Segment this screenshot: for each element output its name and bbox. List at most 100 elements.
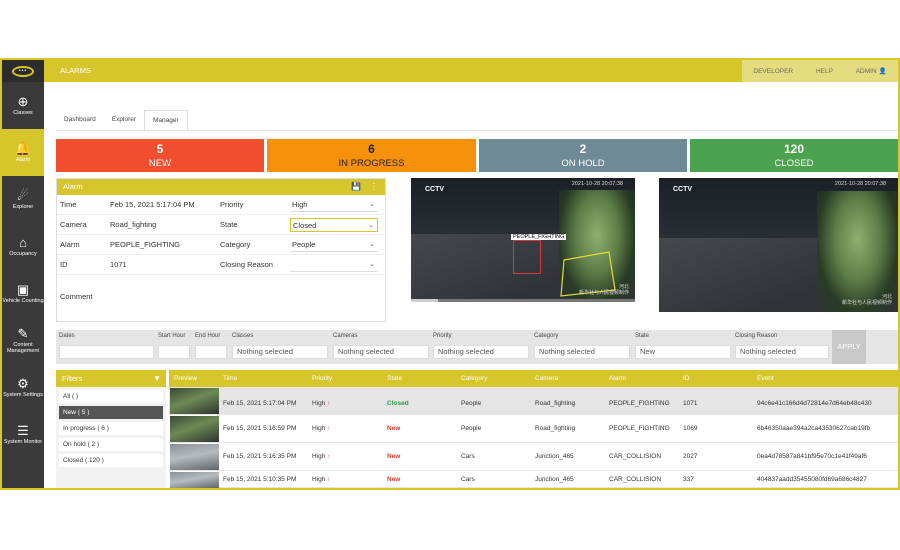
help-link[interactable]: HELP: [816, 68, 833, 75]
cell-camera: Road_fighting: [535, 425, 576, 432]
tab-dashboard[interactable]: Dashboard: [56, 110, 104, 130]
sidebar-item-system-monitor[interactable]: ☰ System Monitor: [2, 411, 44, 458]
priority-label: Priority: [220, 200, 244, 209]
filter-item-on-hold[interactable]: On hold ( 2 ): [59, 438, 163, 451]
dates-input[interactable]: [59, 345, 154, 359]
more-vertical-icon[interactable]: ⋮: [370, 179, 378, 195]
developer-link[interactable]: DEVELOPER: [753, 68, 793, 75]
cell-alarm: CAR_COLLISION: [609, 453, 662, 460]
preview-thumbnail[interactable]: [170, 388, 219, 414]
stat-card-in-progress[interactable]: 6 IN PROGRESS: [267, 139, 476, 172]
sidebar-item-occupancy[interactable]: ⌂ Occupancy: [2, 223, 44, 270]
sidebar-item-classes[interactable]: ⊕ Classes: [2, 82, 44, 129]
dates-label: Dates: [59, 333, 75, 339]
panel-title: Alarm: [63, 182, 83, 191]
camera-value: Road_fighting: [110, 220, 157, 229]
admin-menu[interactable]: ADMIN 👤: [856, 67, 887, 75]
column-header[interactable]: Time: [223, 375, 237, 382]
column-header[interactable]: Priority: [312, 375, 332, 382]
stat-card-on-hold[interactable]: 2 ON HOLD: [479, 139, 687, 172]
filter-item-new[interactable]: New ( 5 ): [59, 406, 163, 419]
state-filter-label: State: [635, 333, 650, 339]
preview-thumbnail[interactable]: [170, 472, 219, 488]
gear-icon: ⚙: [17, 375, 29, 391]
category-select[interactable]: People ⌄: [290, 238, 378, 252]
video-footer-text: 河北 新华社与人民视频制作: [841, 294, 892, 306]
sidebar-item-explorer[interactable]: ☄ Explorer: [2, 176, 44, 223]
save-icon[interactable]: 💾: [351, 179, 361, 195]
cell-event: 0ea4d78587a841bf95e70c1e41f49af6: [757, 453, 867, 460]
table-row[interactable]: Feb 15, 2021 5:16:35 PM High ↑ New Cars …: [169, 443, 898, 471]
arrow-up-icon: ↑: [327, 476, 331, 483]
tab-manager[interactable]: Manager: [144, 110, 188, 130]
closing-reason-filter-label: Closing Reason: [735, 333, 778, 339]
apply-button[interactable]: APPLY: [832, 330, 866, 364]
table-header: Preview Time Priority State Category Cam…: [169, 370, 898, 387]
filter-item-all[interactable]: All ( ): [59, 390, 163, 403]
cctv-watermark: CCTV: [673, 186, 693, 193]
page-title: ALARMS: [60, 66, 91, 75]
cell-event: 404837aadd35455080fd69a686c4827: [757, 476, 867, 483]
column-header[interactable]: State: [387, 375, 402, 382]
priority-filter-select[interactable]: Nothing selected: [433, 345, 529, 359]
logo[interactable]: •••: [2, 60, 44, 82]
stat-count: 120: [783, 142, 805, 156]
cell-time: Feb 15, 2021 5:16:35 PM: [223, 453, 297, 460]
funnel-icon[interactable]: ▼: [153, 370, 161, 387]
camera-label: Camera: [60, 220, 87, 229]
table-row[interactable]: Feb 15, 2021 5:10:35 PM High ↑ New Cars …: [169, 471, 898, 488]
priority-select[interactable]: High ⌄: [290, 198, 378, 212]
filter-item-closed[interactable]: Closed ( 120 ): [59, 454, 163, 467]
house-icon: ⌂: [19, 234, 27, 250]
cell-priority: High ↑: [312, 425, 331, 432]
column-header[interactable]: Preview: [174, 375, 197, 382]
chevron-down-icon: ⌄: [368, 222, 374, 229]
column-header[interactable]: Camera: [535, 375, 558, 382]
table-row[interactable]: Feb 15, 2021 5:17:04 PM High ↑ Closed Pe…: [169, 387, 898, 415]
cell-state: Closed: [387, 400, 409, 407]
stat-label: NEW: [148, 158, 172, 169]
state-select[interactable]: Closed ⌄: [290, 218, 378, 232]
stat-card-closed[interactable]: 120 CLOSED: [690, 139, 898, 172]
comment-input[interactable]: [107, 281, 383, 319]
classes-select[interactable]: Nothing selected: [232, 345, 328, 359]
cell-time: Feb 15, 2021 5:17:04 PM: [223, 400, 297, 407]
table-row[interactable]: Feb 15, 2021 5:16:59 PM High ↑ New Peopl…: [169, 415, 898, 443]
tab-explorer[interactable]: Explorer: [104, 110, 144, 130]
eye-logo-icon: •••: [12, 65, 34, 77]
alarm-video-player[interactable]: CCTV 2021-10-28 20:07:38 PEOPLE_FIGHTING…: [411, 178, 635, 302]
alarm-label: Alarm: [60, 240, 80, 249]
closing-reason-select[interactable]: ⌄: [290, 258, 378, 272]
column-header[interactable]: Category: [461, 375, 487, 382]
cell-alarm: PEOPLE_FIGHTING: [609, 400, 670, 407]
closing-reason-filter-select[interactable]: Nothing selected: [735, 345, 829, 359]
column-header[interactable]: Event: [757, 375, 774, 382]
top-bar: ALARMS DEVELOPER HELP ADMIN 👤: [44, 60, 898, 82]
cameras-select[interactable]: Nothing selected: [333, 345, 429, 359]
start-hour-input[interactable]: [158, 345, 190, 359]
sidebar-item-vehicle-counting[interactable]: ▣ Vehicle Counting: [2, 270, 44, 317]
sidebar-item-label: Alarm: [15, 156, 31, 163]
state-filter-select[interactable]: New: [635, 345, 731, 359]
alarm-detail-panel: Alarm 💾 ⋮ Time Feb 15, 2021 5:17:04 PM P…: [56, 178, 387, 322]
alarm-table: Preview Time Priority State Category Cam…: [169, 370, 898, 488]
end-hour-input[interactable]: [195, 345, 227, 359]
top-bar-menu: DEVELOPER HELP ADMIN 👤: [742, 60, 898, 82]
filter-bar: Dates Start Hour End Hour Classes Nothin…: [56, 330, 898, 364]
sidebar-item-alarm[interactable]: 🔔 Alarm: [2, 129, 44, 176]
filter-item-in-progress[interactable]: In progress ( 6 ): [59, 422, 163, 435]
sidebar-item-content-management[interactable]: ✎ Content Management: [2, 317, 44, 364]
sidebar-item-label: System Monitor: [3, 438, 43, 445]
stat-card-new[interactable]: 5 NEW: [56, 139, 264, 172]
category-filter-label: Category: [534, 333, 559, 339]
column-header[interactable]: ID: [683, 375, 690, 382]
sidebar-item-system-settings[interactable]: ⚙ System Settings: [2, 364, 44, 411]
cell-state: New: [387, 453, 401, 460]
video-seek-bar[interactable]: [411, 299, 635, 302]
preview-thumbnail[interactable]: [170, 416, 219, 442]
category-filter-select[interactable]: Nothing selected: [534, 345, 630, 359]
column-header[interactable]: Alarm: [609, 375, 626, 382]
preview-thumbnail[interactable]: [170, 444, 219, 470]
cell-camera: Road_fighting: [535, 400, 576, 407]
monitor-icon: ▣: [16, 281, 30, 297]
